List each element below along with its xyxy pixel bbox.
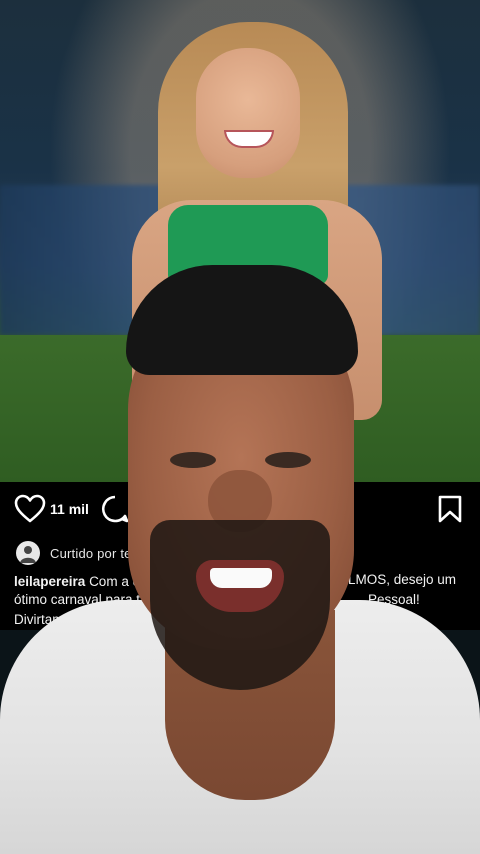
heart-icon[interactable] [14, 494, 46, 524]
bookmark-icon[interactable] [436, 494, 464, 524]
man-hair [126, 265, 358, 375]
avatar[interactable] [16, 541, 40, 565]
caption-username[interactable]: leilapereira [14, 574, 85, 589]
liked-by-row[interactable]: Curtido por te [16, 540, 132, 566]
man-right-eye [265, 452, 311, 468]
man-left-eye [170, 452, 216, 468]
avatar-icon [20, 546, 36, 563]
liked-by-text: Curtido por te [50, 545, 132, 561]
caption-line1-end: ALMOS, desejo um [339, 572, 457, 587]
comment-icon[interactable] [100, 494, 130, 524]
woman-face [196, 48, 300, 178]
man-teeth [210, 568, 272, 588]
likes-count[interactable]: 11 mil [50, 501, 89, 517]
